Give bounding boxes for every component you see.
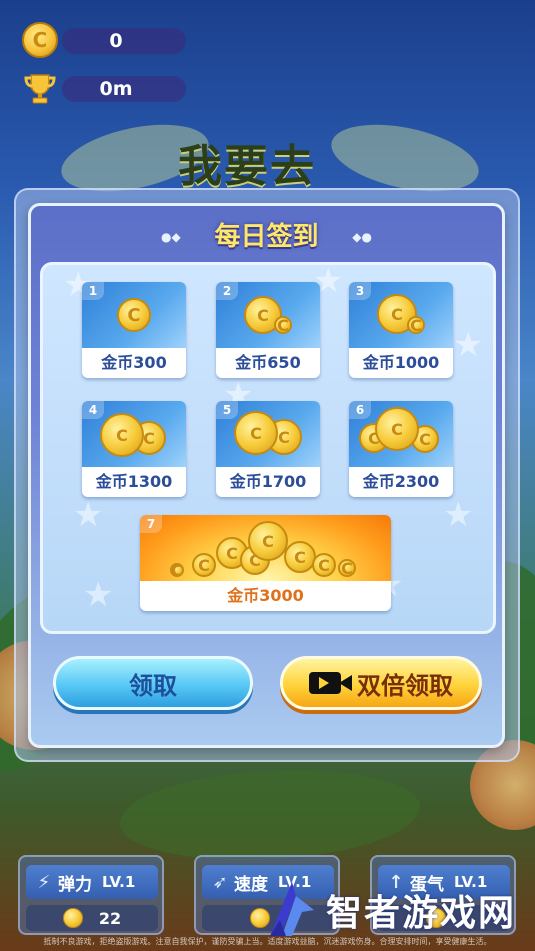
coin-counter: C 0: [22, 22, 186, 58]
reward-day-number: 5: [216, 401, 238, 419]
upgrade-cost: 22: [26, 905, 158, 931]
reward-label: 金币1300: [95, 472, 173, 491]
reward-card-image: [140, 515, 391, 581]
coin-icon: [274, 316, 292, 334]
upgrade-name: 弹力: [58, 874, 92, 895]
claim-button-label: 领取: [129, 671, 177, 700]
double-claim-button-label: 双倍领取: [357, 671, 453, 700]
reward-label: 金币3000: [227, 586, 304, 605]
star-decoration: ★: [83, 575, 114, 615]
coin-icon: [284, 541, 316, 573]
reward-day-number: 6: [349, 401, 371, 419]
coin-icon: [62, 908, 83, 928]
coin-icon: [117, 298, 151, 332]
reward-label: 金币650: [235, 353, 301, 372]
reward-label: 金币300: [101, 353, 167, 372]
reward-day-number: 2: [216, 282, 238, 300]
coin-icon: [407, 316, 425, 334]
coin-icon: [248, 521, 288, 561]
dialog-title: 每日签到: [214, 222, 319, 252]
coin-icon: [375, 407, 419, 451]
lightning-icon: ⚡: [37, 871, 51, 893]
star-decoration: ★: [443, 495, 474, 535]
coin-icon: [338, 559, 356, 577]
watermark-text: 智者游戏网: [326, 893, 517, 934]
reward-card-day-3[interactable]: 3 金币1000: [349, 282, 453, 378]
reward-card-day-1[interactable]: 1 金币300: [82, 282, 186, 378]
reward-day-number: 7: [140, 515, 162, 533]
upgrade-cost-value: 22: [98, 908, 122, 928]
title-decoration-right: ◆●: [352, 230, 372, 244]
watermark-logo-icon: [262, 880, 318, 940]
star-decoration: ★: [453, 325, 484, 365]
reward-day-number: 4: [82, 401, 104, 419]
rocket-icon: ➶: [212, 871, 228, 893]
health-disclaimer: 抵制不良游戏，拒绝盗版游戏。注意自我保护，谨防受骗上当。适度游戏益脑，沉迷游戏伤…: [43, 937, 492, 946]
claim-button[interactable]: 领取: [53, 656, 253, 710]
upgrade-card-elasticity[interactable]: ⚡ 弹力 LV.1 22: [18, 855, 164, 935]
background-game-title: 我要去: [178, 141, 316, 192]
distance-value: 0m: [99, 78, 133, 100]
star-decoration: ★: [73, 495, 104, 535]
double-claim-button[interactable]: 双倍领取: [280, 656, 482, 710]
upgrade-level: LV.1: [102, 873, 136, 891]
reward-label: 金币2300: [362, 472, 440, 491]
reward-label: 金币1700: [229, 472, 307, 491]
reward-day-number: 1: [82, 282, 104, 300]
watermark: 智者游戏网: [262, 880, 516, 940]
reward-card-day-7[interactable]: 7 金币3000: [140, 515, 391, 611]
trophy-icon: [22, 70, 58, 106]
reward-card-day-2[interactable]: 2 金币650: [216, 282, 320, 378]
bg-leaf: [120, 770, 420, 860]
coin-count: 0: [109, 30, 123, 52]
video-icon: [309, 668, 353, 698]
reward-card-day-4[interactable]: 4 金币1300: [82, 401, 186, 497]
upgrade-header: ⚡ 弹力 LV.1: [26, 865, 158, 899]
reward-label: 金币1000: [362, 353, 440, 372]
distance-counter: 0m: [22, 70, 186, 106]
coin-icon: [312, 553, 336, 577]
reward-card-day-6[interactable]: 6 金币2300: [349, 401, 453, 497]
reward-day-number: 3: [349, 282, 371, 300]
coin-icon: [192, 553, 216, 577]
coin-icon: [170, 563, 184, 577]
coin-icon: C: [22, 22, 58, 58]
coin-icon: [100, 413, 144, 457]
reward-card-day-5[interactable]: 5 金币1700: [216, 401, 320, 497]
coin-icon: [234, 411, 278, 455]
